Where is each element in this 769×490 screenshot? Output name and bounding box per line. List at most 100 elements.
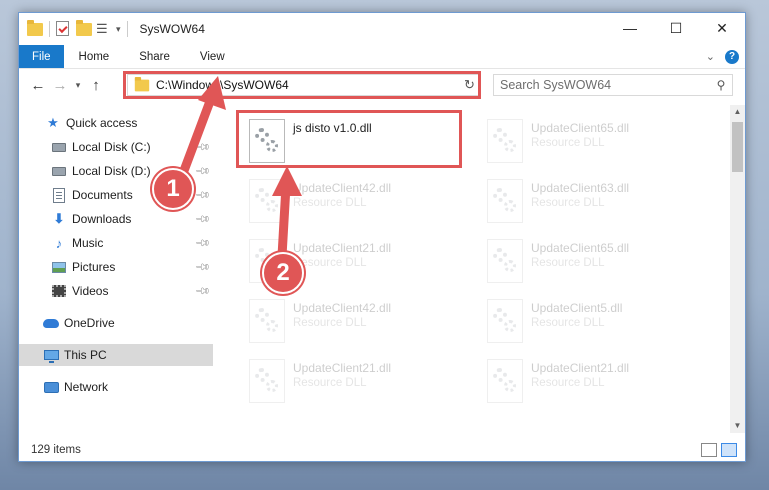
file-type: Resource DLL (531, 197, 605, 209)
minimize-button[interactable]: — (607, 13, 653, 43)
music-icon: ♪ (55, 235, 63, 251)
pin-icon[interactable]: 📌︎ (194, 211, 211, 228)
sidebar-item-local-disk-c[interactable]: Local Disk (C:) 📌︎ (19, 136, 213, 158)
tab-share[interactable]: Share (124, 45, 185, 68)
file-name: UpdateClient5.dll (531, 301, 623, 315)
file-type: Resource DLL (293, 317, 367, 329)
file-type: Resource DLL (293, 197, 367, 209)
help-icon[interactable]: ? (725, 49, 739, 64)
window-title: SysWOW64 (139, 22, 205, 36)
file-item[interactable]: UpdateClient65.dll Resource DLL (479, 113, 709, 171)
sidebar-item-quick-access[interactable]: ★ Quick access (19, 112, 213, 134)
sidebar-item-pictures[interactable]: Pictures 📌︎ (19, 256, 213, 278)
refresh-button[interactable]: ↻ (459, 74, 481, 96)
file-type: Resource DLL (531, 137, 605, 149)
file-name: UpdateClient63.dll (531, 181, 630, 195)
file-item[interactable]: UpdateClient5.dll Resource DLL (479, 293, 709, 351)
sidebar-item-onedrive[interactable]: OneDrive (19, 312, 213, 334)
sidebar-item-music[interactable]: ♪ Music 📌︎ (19, 232, 213, 254)
dll-file-icon (249, 179, 285, 223)
dll-file-icon (249, 299, 285, 343)
file-item[interactable]: UpdateClient65.dll Resource DLL (479, 233, 709, 291)
sidebar-item-videos[interactable]: Videos 📌︎ (19, 280, 213, 302)
dll-file-icon (487, 239, 523, 283)
address-bar[interactable]: C:\Windows\SysWOW64 ▾ (127, 74, 477, 96)
pin-icon[interactable]: 📌︎ (194, 187, 211, 204)
up-button[interactable]: ↑ (85, 77, 107, 94)
scroll-up-icon[interactable]: ▲ (730, 105, 745, 119)
search-input[interactable] (500, 78, 710, 92)
videos-icon (51, 283, 67, 299)
folder-icon[interactable] (27, 20, 43, 37)
expand-ribbon-icon[interactable]: ⌄ (706, 50, 715, 63)
file-explorer-window: ☰ ▾ SysWOW64 — ☐ ✕ File Home Share View … (18, 12, 746, 462)
file-name: UpdateClient65.dll (531, 241, 630, 255)
file-item[interactable]: UpdateClient63.dll Resource DLL (479, 173, 709, 231)
customize-toolbar-icon[interactable]: ☰ (96, 21, 112, 37)
step-2-badge: 2 (262, 252, 304, 294)
address-path[interactable]: C:\Windows\SysWOW64 (156, 78, 460, 92)
chevron-down-icon[interactable]: ▾ (116, 24, 121, 35)
drive-icon (51, 139, 67, 155)
recent-locations-button[interactable]: ▾ (71, 80, 85, 91)
file-item[interactable]: UpdateClient21.dll Resource DLL (479, 353, 709, 411)
tab-home[interactable]: Home (64, 45, 125, 68)
toolbar-separator (126, 21, 128, 37)
file-item[interactable]: UpdateClient21.dll Resource DLL (241, 353, 471, 411)
file-type: Resource DLL (293, 257, 367, 269)
this-pc-icon (43, 347, 59, 363)
file-type: Resource DLL (531, 257, 605, 269)
navigation-bar: ← → ▾ ↑ C:\Windows\SysWOW64 ▾ ↻ ⚲ (19, 71, 745, 99)
window-controls: — ☐ ✕ (607, 13, 745, 43)
pin-icon[interactable]: 📌︎ (194, 163, 211, 180)
onedrive-icon (43, 315, 59, 331)
navigation-pane: ★ Quick access Local Disk (C:) 📌︎ Local … (19, 105, 213, 435)
file-item[interactable]: UpdateClient42.dll Resource DLL (241, 173, 471, 231)
dll-file-icon (249, 119, 285, 163)
file-item-selected-dll[interactable]: js disto v1.0.dll (241, 113, 471, 171)
close-button[interactable]: ✕ (699, 13, 745, 43)
pin-icon[interactable]: 📌︎ (194, 235, 211, 252)
file-item[interactable]: UpdateClient42.dll Resource DLL (241, 293, 471, 351)
ribbon-right: ⌄ ? (706, 45, 745, 68)
file-name: UpdateClient21.dll (293, 361, 392, 375)
dll-file-icon (487, 119, 523, 163)
tiles-view-icon[interactable] (721, 443, 737, 457)
file-name: UpdateClient65.dll (531, 121, 630, 135)
sidebar-item-downloads[interactable]: ⬇ Downloads 📌︎ (19, 208, 213, 230)
search-icon: ⚲ (716, 78, 726, 92)
toolbar-separator (49, 21, 50, 37)
scroll-down-icon[interactable]: ▼ (730, 419, 745, 433)
file-type: Resource DLL (293, 377, 367, 389)
new-folder-icon[interactable] (76, 20, 92, 37)
sidebar-item-label: Music (72, 236, 104, 250)
sidebar-item-this-pc[interactable]: This PC (19, 344, 213, 366)
file-name: UpdateClient21.dll (293, 241, 392, 255)
quick-access-toolbar: ☰ ▾ (27, 20, 130, 37)
step-1-badge: 1 (152, 168, 194, 210)
scrollbar-thumb[interactable] (732, 122, 743, 172)
item-count: 129 items (31, 444, 81, 456)
sidebar-item-label: Local Disk (D:) (72, 164, 151, 178)
forward-button[interactable]: → (49, 77, 71, 94)
sidebar-item-network[interactable]: Network (19, 376, 213, 398)
maximize-button[interactable]: ☐ (653, 13, 699, 43)
vertical-scrollbar[interactable]: ▲ ▼ (730, 105, 745, 433)
sidebar-item-label: Downloads (72, 212, 132, 226)
search-box[interactable]: ⚲ (493, 74, 733, 96)
file-name: UpdateClient42.dll (293, 301, 392, 315)
tab-file[interactable]: File (19, 45, 64, 68)
sidebar-item-label: Documents (72, 188, 133, 202)
back-button[interactable]: ← (27, 77, 49, 94)
pin-icon[interactable]: 📌︎ (194, 283, 211, 300)
title-bar: ☰ ▾ SysWOW64 — ☐ ✕ (19, 13, 745, 45)
details-view-icon[interactable] (701, 443, 717, 457)
properties-icon[interactable] (56, 21, 72, 37)
pin-icon[interactable]: 📌︎ (194, 139, 211, 156)
tab-view[interactable]: View (185, 45, 240, 68)
pin-icon[interactable]: 📌︎ (194, 259, 211, 276)
ribbon-tabs: File Home Share View ⌄ ? (19, 45, 745, 69)
sidebar-item-label: Local Disk (C:) (72, 140, 151, 154)
sidebar-item-label: Pictures (72, 260, 116, 274)
network-icon (43, 379, 59, 395)
